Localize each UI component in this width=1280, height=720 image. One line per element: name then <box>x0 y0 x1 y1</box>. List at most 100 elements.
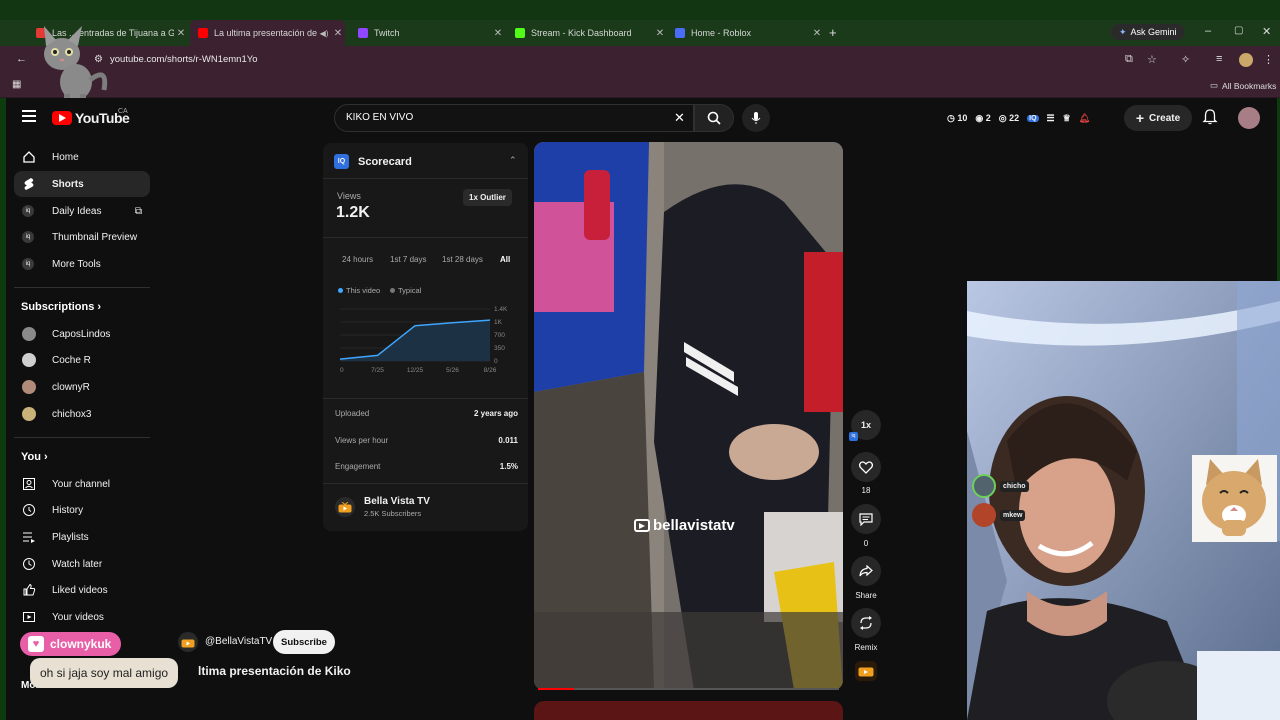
remix-button[interactable] <box>851 608 881 638</box>
chat-message: oh si jaja soy mal amigo <box>30 658 179 688</box>
clear-search-icon[interactable]: ✕ <box>674 110 685 126</box>
subscription-item[interactable]: chichox3 <box>14 401 150 427</box>
notifications-bell-icon[interactable] <box>1202 109 1218 130</box>
views-value: 1.2K <box>336 204 370 221</box>
close-icon[interactable]: ✕ <box>331 28 345 39</box>
ask-gemini-button[interactable]: ✦ Ask Gemini <box>1111 24 1185 40</box>
hamburger-menu-icon[interactable] <box>22 110 36 122</box>
sidebar-item-thumbnail-preview[interactable]: iq Thumbnail Preview <box>14 224 150 250</box>
share-button[interactable] <box>851 556 881 586</box>
browser-tab-twitch[interactable]: Twitch ✕ <box>350 20 505 46</box>
stat-label-uploaded: Uploaded <box>335 409 370 418</box>
history-icon <box>14 503 42 517</box>
range-tab-24h[interactable]: 24 hours <box>342 255 373 264</box>
legend-this-video: This video <box>338 286 380 295</box>
bookmarks-bar <box>0 74 1280 98</box>
profile-avatar[interactable] <box>1239 53 1253 67</box>
close-icon[interactable]: ✕ <box>491 28 505 39</box>
background-border-left <box>0 98 6 720</box>
sidebar-item-your-channel[interactable]: Your channel <box>14 471 150 497</box>
chart-xtick-label: 8/26 <box>484 367 497 374</box>
sidebar-item-home[interactable]: Home <box>14 144 150 170</box>
menu-kebab-icon[interactable]: ⋮ <box>1263 53 1274 66</box>
bookmark-star-icon[interactable]: ☆ <box>1147 53 1157 66</box>
channel-thumbnail-icon[interactable] <box>855 661 877 681</box>
sidebar-item-shorts[interactable]: Shorts <box>14 171 150 197</box>
folder-icon: ▭ <box>1210 80 1219 90</box>
subscription-item[interactable]: Coche R <box>14 347 150 373</box>
microphone-icon <box>751 112 761 124</box>
url-field[interactable]: youtube.com/shorts/r-WN1emn1Yo <box>110 54 258 65</box>
you-heading[interactable]: You › <box>21 451 48 463</box>
subscribe-button[interactable]: Subscribe <box>273 630 335 654</box>
video-watermark: bellavistatv <box>634 517 735 534</box>
outlier-badge: 1x Outlier <box>463 189 512 206</box>
stat-label-views-per-hour: Views per hour <box>335 436 389 445</box>
heart-outline-icon <box>859 460 873 474</box>
subscriptions-heading[interactable]: Subscriptions › <box>21 301 101 313</box>
voice-search-button[interactable] <box>742 104 770 132</box>
channel-avatar[interactable] <box>178 632 198 652</box>
all-bookmarks[interactable]: ▭ All Bookmarks <box>1210 80 1276 91</box>
video-progress-fill <box>538 688 575 690</box>
window-close-icon[interactable]: ✕ <box>1262 25 1271 38</box>
close-icon[interactable]: ✕ <box>653 28 667 39</box>
browser-tab-youtube[interactable]: La ultima presentación de K ◀) ✕ <box>190 20 345 46</box>
account-avatar[interactable] <box>1238 107 1260 129</box>
minimize-icon[interactable]: – <box>1205 25 1211 37</box>
alert-bell-icon[interactable]: 🔔︎ <box>1079 113 1090 124</box>
maximize-icon[interactable]: ▢ <box>1234 25 1243 36</box>
vidiq-icon[interactable]: IQ <box>1027 114 1039 122</box>
tab-bar-background <box>0 0 1280 20</box>
clock-stat: ◷ 10 <box>947 112 968 123</box>
list-icon[interactable]: ☰ <box>1047 113 1055 124</box>
speaker-icon[interactable]: ◀) <box>317 29 331 38</box>
sidebar-item-watch-later[interactable]: Watch later <box>14 551 150 577</box>
range-tab-28d[interactable]: 1st 28 days <box>442 255 483 264</box>
chart-xtick-label: 5/26 <box>446 367 459 374</box>
subscription-item[interactable]: CaposLindos <box>14 321 150 347</box>
trophy-icon[interactable]: ♕ <box>1063 113 1071 124</box>
range-tab-7d[interactable]: 1st 7 days <box>390 255 426 264</box>
chart-ytick-label: 700 <box>494 332 505 339</box>
new-tab-icon[interactable]: + <box>829 25 837 40</box>
chevron-up-icon[interactable]: ⌃ <box>509 155 517 166</box>
plus-icon: + <box>1135 110 1145 126</box>
vidiq-logo-icon: IQ <box>334 154 349 169</box>
extensions-icon[interactable]: ✧ <box>1181 53 1190 66</box>
stat-label-engagement: Engagement <box>335 462 381 471</box>
shorts-video-player[interactable] <box>534 142 843 690</box>
close-icon[interactable]: ✕ <box>174 28 188 39</box>
sidebar-item-daily-ideas[interactable]: iq Daily Ideas ⧉ <box>14 198 150 224</box>
sidebar-item-more-tools[interactable]: iq More Tools <box>14 251 150 277</box>
next-short-preview[interactable] <box>534 701 843 720</box>
comments-button[interactable] <box>851 504 881 534</box>
channel-handle[interactable]: @BellaVistaTV <box>205 636 272 647</box>
sidebar-item-your-videos[interactable]: Your videos <box>14 604 150 630</box>
create-button[interactable]: + Create <box>1124 105 1192 131</box>
range-tab-all[interactable]: All <box>500 255 510 264</box>
heart-icon: ♥ <box>28 636 44 652</box>
channel-tv-icon <box>335 497 355 517</box>
home-icon <box>14 150 42 164</box>
search-button[interactable] <box>694 104 734 132</box>
install-app-icon[interactable]: ⧉ <box>1125 53 1133 66</box>
channel-name[interactable]: Bella Vista TV <box>364 496 430 507</box>
vidiq-stats-bar[interactable]: ◷ 10 ◉ 2 ◎ 22 IQ ☰ ♕ 🔔︎ <box>947 110 1090 126</box>
close-icon[interactable]: ✕ <box>810 28 824 39</box>
remix-icon <box>860 616 872 630</box>
like-button[interactable] <box>851 452 881 482</box>
sidebar-item-history[interactable]: History <box>14 497 150 523</box>
sidebar-item-playlists[interactable]: Playlists <box>14 524 150 550</box>
browser-tab-kick[interactable]: Stream - Kick Dashboard ✕ <box>507 20 667 46</box>
media-control-icon[interactable]: ≡ <box>1216 53 1222 65</box>
chevron-right-icon: › <box>44 451 48 463</box>
video-progress-track[interactable] <box>538 688 839 690</box>
subscription-item[interactable]: clownyR <box>14 374 150 400</box>
browser-tab-roblox[interactable]: Home - Roblox ✕ <box>667 20 824 46</box>
apps-grid-icon[interactable]: ▦ <box>12 79 21 90</box>
vidiq-icon: iq <box>14 205 42 217</box>
search-input[interactable]: KIKO EN VIVO <box>346 112 413 123</box>
sidebar-item-liked-videos[interactable]: Liked videos <box>14 577 150 603</box>
stat-value-views-per-hour: 0.011 <box>498 436 518 445</box>
